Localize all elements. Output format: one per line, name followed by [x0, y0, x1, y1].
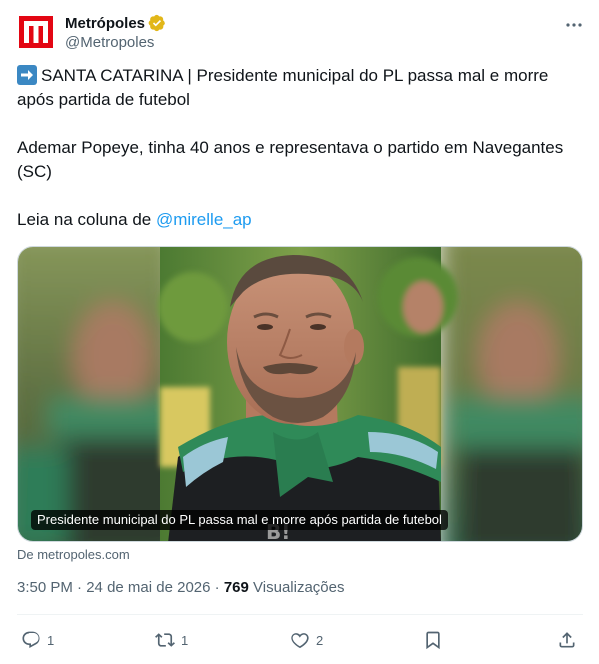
repost-button[interactable]: 1 — [155, 629, 188, 651]
metropoles-logo — [19, 16, 53, 48]
reply-button[interactable]: 1 — [21, 629, 54, 651]
heart-icon — [291, 633, 309, 649]
meta-separator: · — [72, 579, 87, 596]
tweet-line-read-more: Leia na coluna de @mirelle_ap — [17, 208, 577, 232]
repost-count: 1 — [181, 632, 189, 648]
reply-count: 1 — [47, 632, 55, 648]
link-card-image[interactable]: B! Presidente municipal do PL passa mal … — [17, 246, 583, 542]
verified-badge-icon[interactable] — [148, 14, 166, 32]
views-count: 769 — [223, 579, 249, 596]
link-source[interactable]: De metropoles.com — [17, 547, 130, 562]
news-photo: B! — [18, 247, 582, 541]
like-button[interactable]: 2 — [290, 629, 323, 651]
tweet-metadata: 3:50 PM · 24 de mai de 2026 · 769 Visual… — [17, 579, 344, 596]
share-button[interactable] — [557, 629, 577, 651]
author-info: Metrópoles @Metropoles — [65, 13, 166, 51]
tweet-text: SANTA CATARINA | Presidente municipal do… — [17, 64, 577, 232]
meta-separator-2: · — [210, 579, 224, 596]
tweet-actions: 1 1 2 — [17, 625, 583, 655]
author-display-name[interactable]: Metrópoles — [65, 15, 145, 32]
reply-icon — [22, 631, 40, 649]
link-card-caption: Presidente municipal do PL passa mal e m… — [31, 510, 448, 530]
views-label: Visualizações — [253, 579, 345, 596]
tweet-time[interactable]: 3:50 PM — [17, 579, 73, 596]
share-icon — [559, 632, 575, 648]
tweet-line-headline: SANTA CATARINA | Presidente municipal do… — [17, 64, 577, 112]
author-handle[interactable]: @Metropoles — [65, 34, 166, 51]
more-options-icon[interactable] — [565, 16, 583, 34]
tweet-line-body: Ademar Popeye, tinha 40 anos e represent… — [17, 138, 564, 181]
tweet-date[interactable]: 24 de mai de 2026 — [86, 579, 210, 596]
tweet-header: Metrópoles @Metropoles — [17, 12, 587, 54]
bookmark-icon — [426, 631, 440, 650]
author-avatar[interactable] — [17, 12, 57, 52]
like-count: 2 — [316, 632, 324, 648]
tweet-card: Metrópoles @Metropoles SANTA CATARINA | … — [0, 0, 599, 664]
mention-link[interactable]: @mirelle_ap — [156, 210, 252, 229]
read-more-prefix: Leia na coluna de — [17, 210, 156, 229]
repost-icon — [155, 633, 175, 647]
divider — [17, 614, 583, 615]
bookmark-button[interactable] — [423, 629, 443, 651]
tweet-headline-text: SANTA CATARINA | Presidente municipal do… — [17, 66, 549, 109]
right-arrow-emoji-icon — [17, 65, 37, 85]
